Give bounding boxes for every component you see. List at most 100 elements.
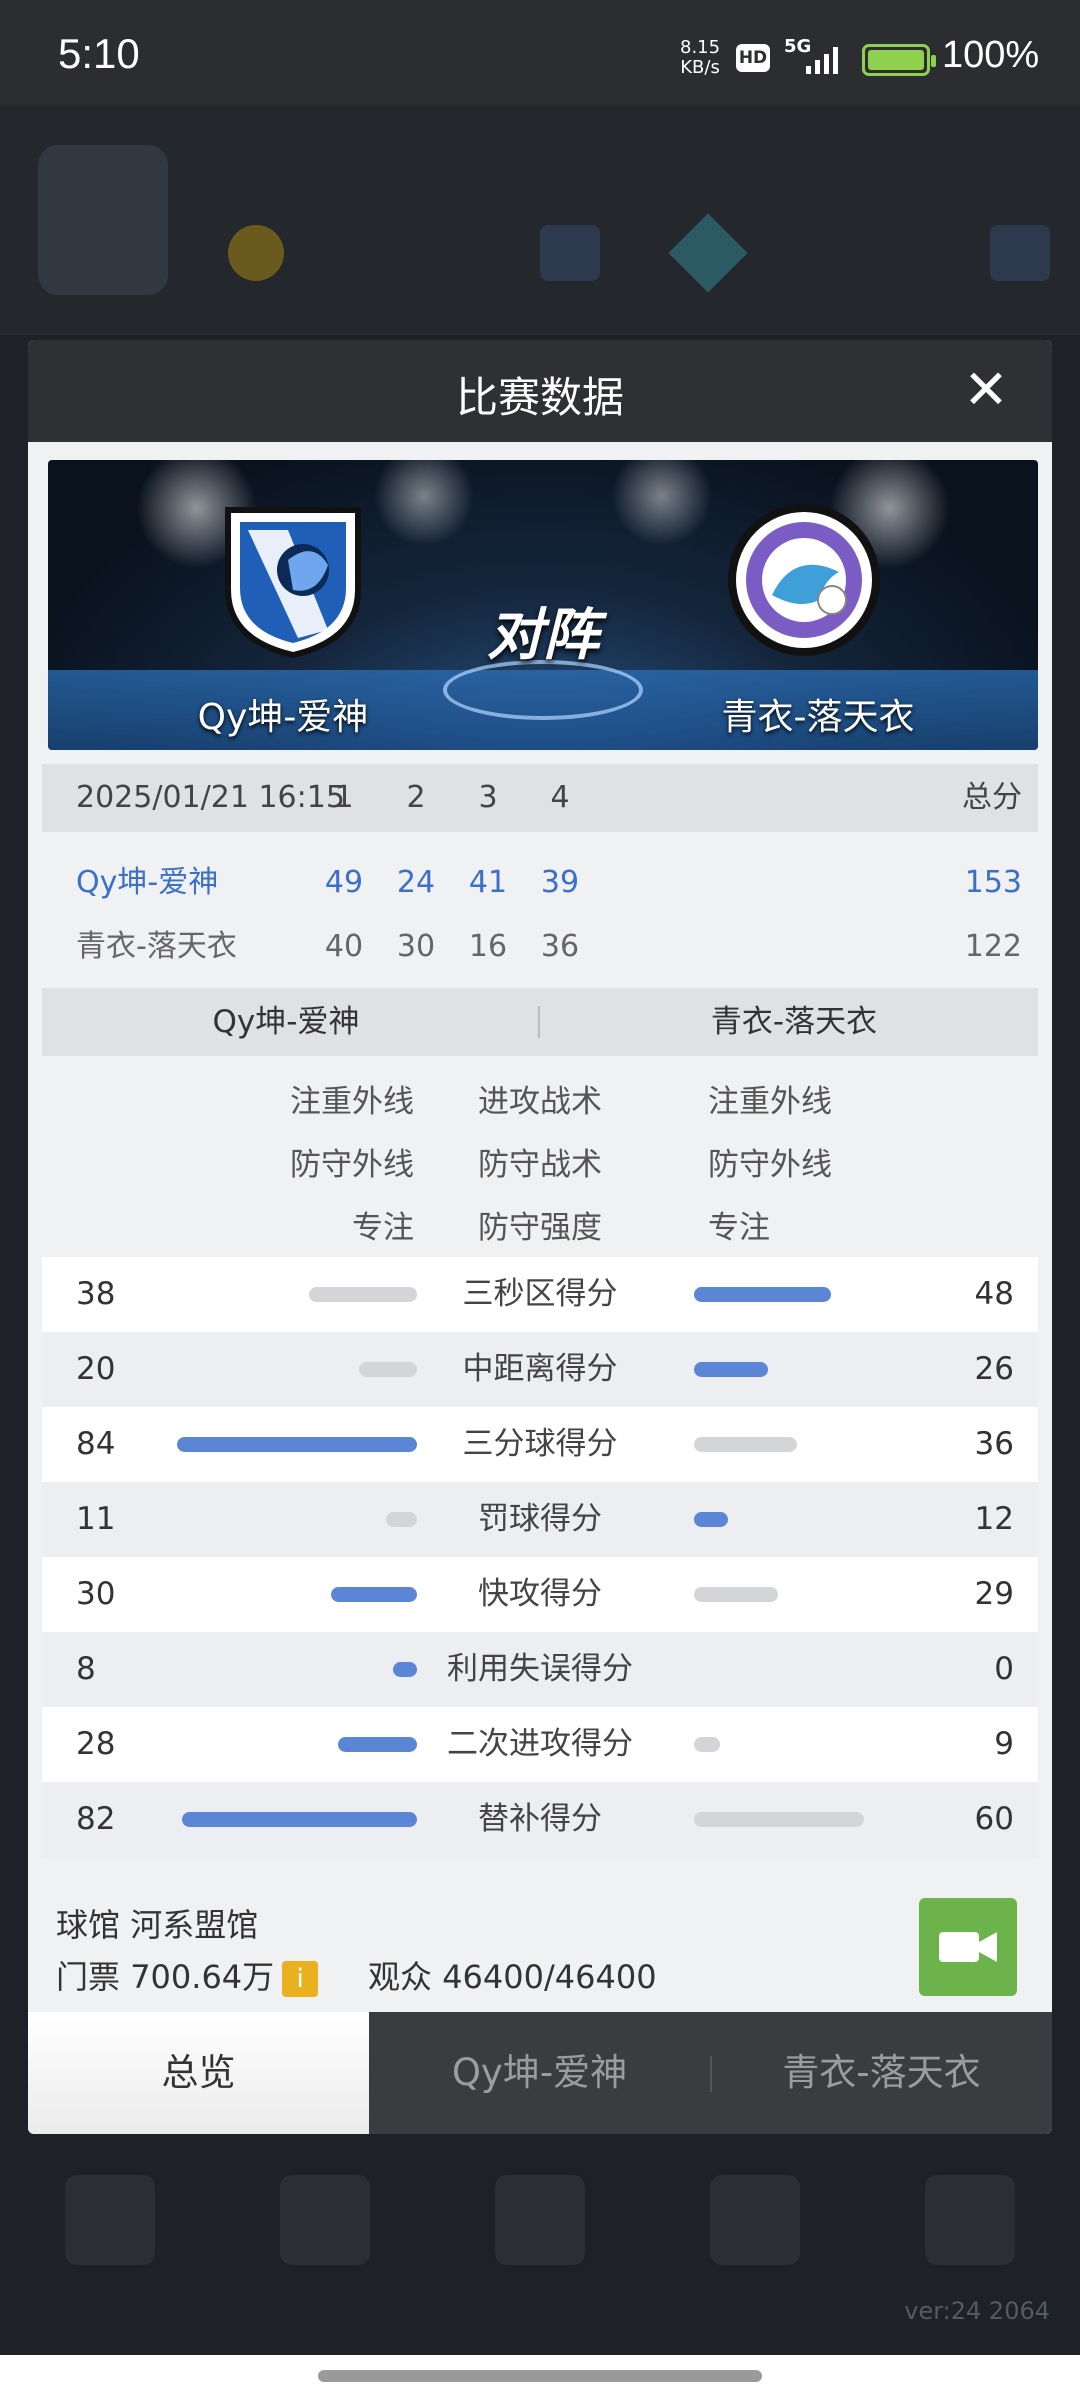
stat-row: 38 三秒区得分 48 [42, 1257, 1038, 1332]
stat-row: 28 二次进攻得分 9 [42, 1707, 1038, 1782]
background-add-button [990, 225, 1050, 281]
away-stat-bar [694, 1437, 797, 1452]
stat-label: 替补得分 [478, 1801, 602, 1837]
versus-label: 对阵 [487, 603, 599, 668]
tactic-label: 进攻战术 [478, 1084, 602, 1120]
stat-row: 30 快攻得分 29 [42, 1557, 1038, 1632]
stat-label: 三秒区得分 [462, 1276, 618, 1312]
audience-info: 观众 46400/46400 [368, 1952, 657, 1998]
home-q3: 41 [468, 865, 508, 900]
home-stat-bar [177, 1437, 417, 1452]
tactic-home-value: 注重外线 [290, 1084, 414, 1120]
match-data-modal: 比赛数据 ✕ 对阵 Qy坤-爱神 青衣-落天衣 2025/01/21 16:15… [28, 340, 1052, 2134]
home-stat-bar [386, 1512, 417, 1527]
nav-icon [280, 2175, 370, 2265]
away-q1: 40 [324, 929, 364, 964]
stat-away-value: 0 [994, 1651, 1014, 1687]
tab-away-team[interactable]: 青衣-落天衣 [711, 2012, 1052, 2134]
home-stat-bar [331, 1587, 417, 1602]
tactics-away-team: 青衣-落天衣 [710, 1004, 878, 1040]
tab-overview[interactable]: 总览 [28, 2012, 369, 2134]
stat-home-value: 30 [76, 1576, 116, 1612]
home-stat-bar [359, 1362, 417, 1377]
divider [538, 1006, 540, 1038]
home-stat-bar [393, 1662, 417, 1677]
venue-info: 球馆 河系盟馆 [56, 1900, 258, 1946]
tactics-header: Qy坤-爱神 青衣-落天衣 [42, 988, 1038, 1056]
home-q4: 39 [540, 865, 580, 900]
stat-home-value: 8 [76, 1651, 96, 1687]
ticket-value: 700.64万 [130, 1958, 275, 1996]
nav-icon [65, 2175, 155, 2265]
audience-value: 46400/46400 [442, 1958, 657, 1996]
arena-lights [48, 460, 1038, 580]
video-replay-button[interactable] [919, 1898, 1017, 1996]
home-stat-bar [338, 1737, 417, 1752]
signal-icon [806, 47, 838, 74]
modal-title: 比赛数据 [455, 373, 624, 422]
status-time: 5:10 [58, 30, 140, 77]
home-q2: 24 [396, 865, 436, 900]
network-speed: 8.15 KB/s [680, 37, 721, 78]
stat-row: 11 罚球得分 12 [42, 1482, 1038, 1557]
video-camera-icon [939, 1932, 997, 1962]
background-add-button [540, 225, 600, 281]
tactic-row: 注重外线 进攻战术 注重外线 [42, 1070, 1038, 1134]
home-stat-bar [309, 1287, 417, 1302]
tab-home-team[interactable]: Qy坤-爱神 [369, 2012, 710, 2134]
stat-away-value: 48 [974, 1276, 1014, 1312]
stat-label: 二次进攻得分 [447, 1726, 633, 1762]
stat-row: 8 利用失误得分 0 [42, 1632, 1038, 1707]
stat-away-value: 29 [974, 1576, 1014, 1612]
stat-home-value: 20 [76, 1351, 116, 1387]
away-score-row: 青衣-落天衣 40 30 16 36 122 [42, 916, 1038, 978]
tactics-home-team: Qy坤-爱神 [212, 1004, 360, 1040]
match-datetime: 2025/01/21 16:15 [76, 780, 345, 815]
away-stat-bar [694, 1737, 720, 1752]
home-indicator[interactable] [318, 2370, 762, 2382]
stat-away-value: 36 [974, 1426, 1014, 1462]
home-q1: 49 [324, 865, 364, 900]
score-table-header: 2025/01/21 16:15 1 2 3 4 总分 [42, 764, 1038, 832]
away-stat-bar [694, 1362, 768, 1377]
home-stat-bar [182, 1812, 417, 1827]
status-bar: 5:10 8.15 KB/s HD 5G 100% [0, 0, 1080, 105]
stat-away-value: 26 [974, 1351, 1014, 1387]
close-icon[interactable]: ✕ [958, 362, 1014, 418]
quarter-1-header: 1 [334, 780, 354, 815]
home-total: 153 [964, 865, 1022, 900]
stat-row: 82 替补得分 60 [42, 1782, 1038, 1857]
ticket-label: 门票 [56, 1958, 121, 1996]
tactic-home-value: 专注 [352, 1210, 414, 1246]
away-stat-bar [694, 1587, 778, 1602]
away-stat-bar [694, 1512, 728, 1527]
away-q2: 30 [396, 929, 436, 964]
version-label: ver:24 2064 [904, 2297, 1050, 2325]
tactic-away-value: 专注 [708, 1210, 770, 1246]
banner-home-team: Qy坤-爱神 [197, 697, 369, 738]
nav-icon [710, 2175, 800, 2265]
stat-home-value: 28 [76, 1726, 116, 1762]
stat-home-value: 38 [76, 1276, 116, 1312]
stat-label: 中距离得分 [462, 1351, 618, 1387]
stat-label: 快攻得分 [478, 1576, 602, 1612]
audience-label: 观众 [368, 1958, 433, 1996]
home-team-name[interactable]: Qy坤-爱神 [76, 852, 218, 914]
info-icon[interactable]: i [282, 1961, 319, 1997]
away-team-name[interactable]: 青衣-落天衣 [76, 916, 237, 978]
tactic-row: 防守外线 防守战术 防守外线 [42, 1133, 1038, 1197]
stat-label: 利用失误得分 [447, 1651, 633, 1687]
stat-label: 三分球得分 [462, 1426, 618, 1462]
quarter-2-header: 2 [406, 780, 426, 815]
away-q3: 16 [468, 929, 508, 964]
battery-icon [862, 44, 936, 76]
stat-away-value: 60 [974, 1801, 1014, 1837]
nav-icon [925, 2175, 1015, 2265]
background-team-logo [38, 145, 168, 295]
venue-name: 河系盟馆 [130, 1906, 259, 1944]
quarter-3-header: 3 [478, 780, 498, 815]
tactic-away-value: 注重外线 [708, 1084, 832, 1120]
nav-icon [495, 2175, 585, 2265]
tactic-away-value: 防守外线 [708, 1147, 832, 1183]
battery-percent: 100% [942, 34, 1040, 76]
